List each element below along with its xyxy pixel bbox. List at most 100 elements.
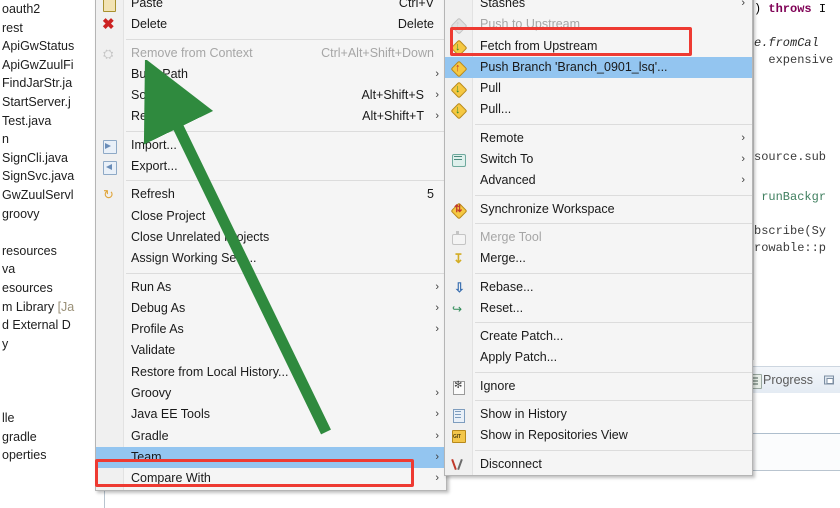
menu-item-label: Debug As bbox=[131, 300, 186, 315]
menu-item-label: Push Branch 'Branch_0901_lsq'... bbox=[480, 59, 668, 74]
menu-item-label: Java EE Tools bbox=[131, 407, 210, 422]
menu-item-ignore[interactable]: ✻ Ignore bbox=[445, 376, 752, 397]
menu-item-gradle[interactable]: Gradle › bbox=[96, 426, 446, 447]
menu-item-show-in-repositories-view[interactable]: GIT Show in Repositories View bbox=[445, 425, 752, 446]
menu-item-apply-patch[interactable]: Apply Patch... bbox=[445, 347, 752, 368]
menu-item-pull[interactable]: ↓ Pull... bbox=[445, 99, 752, 120]
package-explorer-row[interactable]: ApiGwZuulFi bbox=[0, 56, 104, 75]
menu-item-label: Create Patch... bbox=[480, 329, 564, 344]
push-branch-icon: ↑ bbox=[450, 60, 468, 78]
views-body bbox=[745, 393, 840, 434]
package-explorer-row[interactable]: Test.java bbox=[0, 112, 104, 131]
package-explorer-row[interactable]: StartServer.j bbox=[0, 93, 104, 112]
menu-item-shortcut: Alt+Shift+S bbox=[361, 88, 424, 103]
menu-separator bbox=[475, 222, 752, 224]
menu-item-label: Team bbox=[131, 449, 162, 464]
menu-item-create-patch[interactable]: Create Patch... bbox=[445, 326, 752, 347]
menu-separator bbox=[475, 194, 752, 196]
menu-item-disconnect[interactable]: Disconnect bbox=[445, 454, 752, 475]
package-explorer-row[interactable]: resources bbox=[0, 242, 104, 261]
menu-item-debug-as[interactable]: Debug As › bbox=[96, 298, 446, 319]
package-explorer-row[interactable]: FindJarStr.ja bbox=[0, 74, 104, 93]
menu-item-stashes[interactable]: Stashes › bbox=[445, 0, 752, 14]
menu-item-label: Profile As bbox=[131, 322, 184, 337]
package-explorer-row-label: SignCli.java bbox=[2, 150, 69, 165]
package-explorer-row[interactable]: rest bbox=[0, 19, 104, 38]
menu-item-remote[interactable]: Remote › bbox=[445, 128, 752, 149]
menu-item-run-as[interactable]: Run As › bbox=[96, 277, 446, 298]
menu-item-label: Close Unrelated Projects bbox=[131, 229, 270, 244]
menu-item-close-unrelated-projects[interactable]: Close Unrelated Projects bbox=[96, 227, 446, 248]
menu-item-pull[interactable]: ↓ Pull bbox=[445, 78, 752, 99]
package-explorer-row[interactable]: va bbox=[0, 260, 104, 279]
menu-item-team[interactable]: Team › bbox=[96, 446, 446, 469]
menu-item-build-path[interactable]: Build Path › bbox=[96, 64, 446, 85]
menu-item-export[interactable]: Export... bbox=[96, 156, 446, 177]
rebase-icon: ⇩ bbox=[454, 279, 465, 295]
package-explorer-row[interactable]: esources bbox=[0, 279, 104, 298]
package-explorer-row[interactable]: SignSvc.java bbox=[0, 167, 104, 186]
editor-code-line: ) throws I bbox=[754, 2, 827, 16]
menu-item-advanced[interactable]: Advanced › bbox=[445, 170, 752, 191]
package-explorer-row[interactable]: lle bbox=[0, 409, 104, 428]
package-explorer-row[interactable] bbox=[0, 353, 104, 372]
package-explorer-row[interactable] bbox=[0, 223, 104, 242]
team-submenu[interactable]: Stashes › ↑ Push to Upstream ↓ Fetch from Ups… bbox=[444, 0, 753, 476]
menu-item-paste[interactable]: Paste Ctrl+V bbox=[96, 0, 446, 14]
package-explorer-row[interactable]: SignCli.java bbox=[0, 149, 104, 168]
menu-item-switch-to[interactable]: Switch To › bbox=[445, 149, 752, 170]
package-explorer-row-label: ApiGwStatus bbox=[2, 39, 75, 54]
editor-code-line: source.sub bbox=[754, 150, 827, 164]
menu-item-close-project[interactable]: Close Project bbox=[96, 206, 446, 227]
java-editor[interactable]: ) throws Ie.fromCal expensive source.sub … bbox=[745, 0, 840, 360]
package-explorer-row[interactable]: operties bbox=[0, 446, 104, 465]
ignore-icon: ✻ bbox=[450, 379, 466, 395]
package-explorer-row[interactable]: oauth2 bbox=[0, 0, 104, 19]
submenu-chevron-icon: › bbox=[435, 110, 439, 123]
menu-item-refresh[interactable]: ↻ Refresh 5 bbox=[96, 184, 446, 205]
package-explorer-row[interactable]: gradle bbox=[0, 428, 104, 447]
menu-item-java-ee-tools[interactable]: Java EE Tools › bbox=[96, 404, 446, 425]
menu-item-merge[interactable]: ↧ Merge... bbox=[445, 248, 752, 269]
menu-item-label: Delete bbox=[131, 17, 168, 32]
menu-item-fetch-from-upstream[interactable]: ↓ Fetch from Upstream bbox=[445, 36, 752, 57]
package-explorer-row[interactable]: d External D bbox=[0, 316, 104, 335]
package-explorer-row[interactable]: GwZuulServl bbox=[0, 186, 104, 205]
menu-item-groovy[interactable]: Groovy › bbox=[96, 383, 446, 404]
menu-item-push-branch-branch-0901-lsq[interactable]: ↑ Push Branch 'Branch_0901_lsq'... bbox=[445, 56, 752, 79]
menu-item-delete[interactable]: ✖ Delete Delete bbox=[96, 14, 446, 35]
menu-item-restore-from-local-history[interactable]: Restore from Local History... bbox=[96, 362, 446, 383]
menu-item-synchronize-workspace[interactable]: ⇅ Synchronize Workspace bbox=[445, 199, 752, 220]
menu-item-reset[interactable]: ↪ Reset... bbox=[445, 298, 752, 319]
project-context-menu[interactable]: Paste Ctrl+V ✖ Delete Delete ⛭ Remove from Con… bbox=[95, 0, 447, 491]
tab-progress[interactable]: Progress bbox=[747, 369, 813, 391]
package-explorer-row[interactable]: m Library [Ja bbox=[0, 298, 104, 317]
package-explorer-row[interactable]: groovy bbox=[0, 205, 104, 224]
menu-item-import[interactable]: Import... bbox=[96, 135, 446, 156]
menu-item-source[interactable]: Source Alt+Shift+S › bbox=[96, 85, 446, 106]
package-explorer-row-label: rest bbox=[2, 20, 23, 35]
minimize-icon[interactable] bbox=[823, 374, 836, 387]
package-explorer-row[interactable] bbox=[0, 372, 104, 391]
menu-separator bbox=[126, 180, 446, 182]
menu-item-show-in-history[interactable]: Show in History bbox=[445, 404, 752, 425]
editor-code-line: e.fromCal bbox=[754, 36, 819, 50]
menu-item-label: Advanced bbox=[480, 173, 536, 188]
submenu-chevron-icon: › bbox=[741, 0, 745, 9]
menu-item-compare-with[interactable]: Compare With › bbox=[96, 468, 446, 489]
menu-item-profile-as[interactable]: Profile As › bbox=[96, 319, 446, 340]
package-explorer-row[interactable]: y bbox=[0, 335, 104, 354]
delete-icon: ✖ bbox=[102, 16, 115, 34]
submenu-chevron-icon: › bbox=[435, 280, 439, 293]
menu-item-validate[interactable]: Validate bbox=[96, 340, 446, 361]
menu-item-rebase[interactable]: ⇩ Rebase... bbox=[445, 277, 752, 298]
tab-progress-label: Progress bbox=[763, 373, 814, 387]
package-explorer-row[interactable]: ApiGwStatus bbox=[0, 37, 104, 56]
package-explorer-row[interactable]: n bbox=[0, 130, 104, 149]
package-explorer-row[interactable] bbox=[0, 390, 104, 409]
package-explorer-row-suffix: [Ja bbox=[57, 299, 75, 314]
package-explorer[interactable]: oauth2 rest ApiGwStatus ApiGwZuulFi FindJarS… bbox=[0, 0, 105, 508]
menu-item-refactor[interactable]: Refactor Alt+Shift+T › bbox=[96, 106, 446, 127]
editor-code-line: runBackgr bbox=[761, 190, 827, 204]
menu-item-assign-working-sets[interactable]: Assign Working Sets... bbox=[96, 248, 446, 269]
